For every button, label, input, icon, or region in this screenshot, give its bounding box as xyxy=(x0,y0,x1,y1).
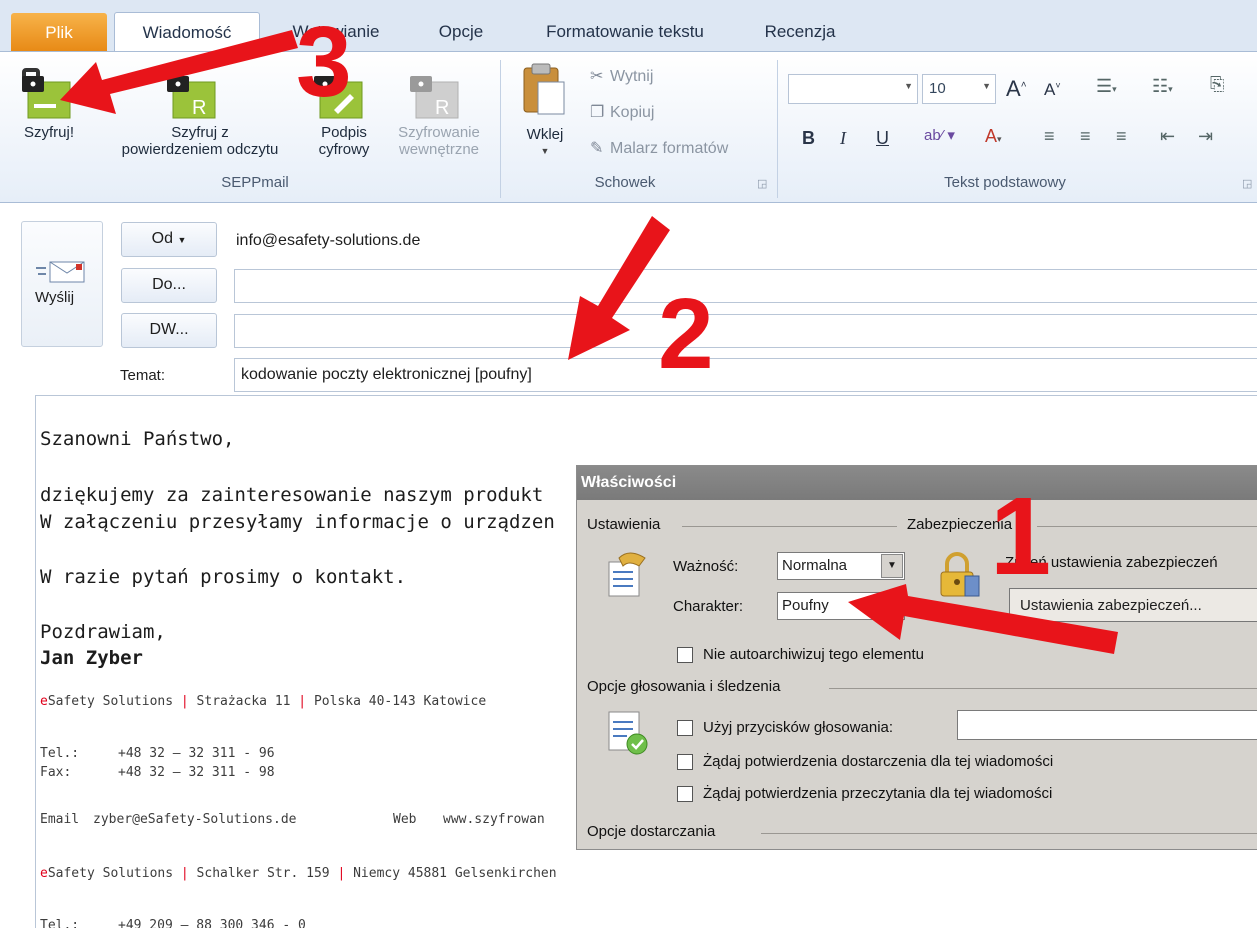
arrow-3 xyxy=(60,30,298,114)
arrow-2 xyxy=(568,216,670,360)
annotation-number-2: 2 xyxy=(658,278,714,390)
annotation-arrows xyxy=(60,30,1118,654)
annotation-number-1: 1 xyxy=(990,475,1052,598)
annotation-number-3: 3 xyxy=(296,6,352,118)
arrow-1 xyxy=(848,584,1118,654)
